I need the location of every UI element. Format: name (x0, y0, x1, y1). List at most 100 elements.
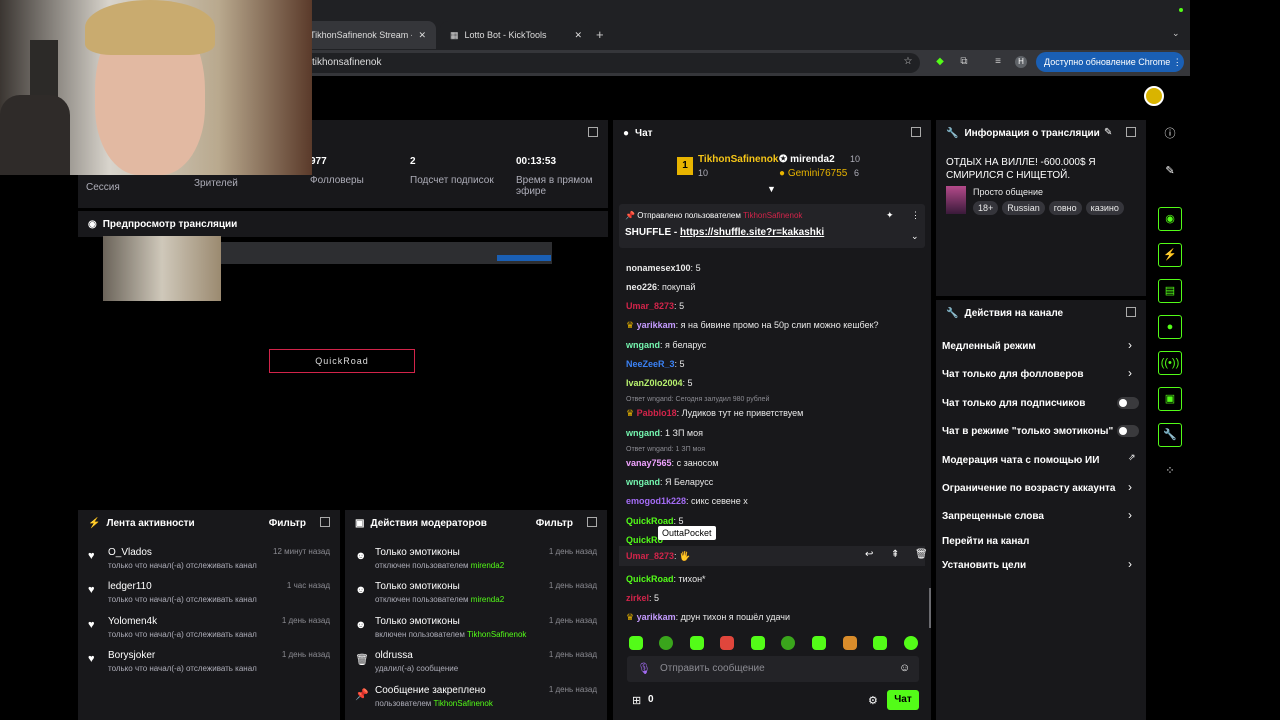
tag[interactable]: Russian (1002, 201, 1045, 215)
chat-user[interactable]: Umar_8273 (626, 551, 674, 561)
category-name[interactable]: Просто общение (973, 187, 1043, 197)
activity-user[interactable]: ledger110 (108, 581, 152, 592)
chat-user[interactable]: QuickRoad (626, 516, 674, 526)
collapse-leaderboard-icon[interactable]: ▼ (767, 184, 776, 194)
mod-filter-button[interactable]: Фильтр (536, 518, 573, 529)
chat-user[interactable]: wngand (626, 428, 660, 438)
chat-user[interactable]: NeeZeeR_3 (626, 359, 675, 369)
tag[interactable]: говно (1048, 201, 1082, 215)
send-chat-button[interactable]: Чат (887, 690, 919, 710)
emote-icon[interactable] (781, 636, 795, 650)
chevron-right-icon[interactable]: › (1128, 338, 1132, 352)
chat-user[interactable]: IvanZ0lo2004 (626, 378, 683, 388)
chat-icon[interactable]: ● (1158, 315, 1182, 339)
popout-icon[interactable] (911, 127, 921, 137)
activity-user[interactable]: Yolomen4k (108, 616, 157, 627)
leader-name[interactable]: Gemini76755 (788, 168, 847, 179)
emote-icon[interactable]: 🖐 (679, 551, 690, 561)
go-to-channel-item[interactable]: Перейти на канал (942, 536, 1029, 547)
chat-user[interactable]: neo226 (626, 282, 657, 292)
followers-only-item[interactable]: Чат только для фолловеров (942, 369, 1084, 380)
chevron-right-icon[interactable]: › (1128, 508, 1132, 522)
chevron-right-icon[interactable]: › (1128, 366, 1132, 380)
tag[interactable]: 18+ (973, 201, 999, 215)
chevron-right-icon[interactable]: › (1128, 557, 1132, 571)
chat-user[interactable]: emogod1k228 (626, 496, 686, 506)
points-icon[interactable]: ⊞ (632, 694, 641, 707)
emote-icon[interactable] (751, 636, 765, 650)
info-icon[interactable]: ⓘ (1158, 123, 1182, 147)
preview-icon[interactable]: ◉ (1158, 207, 1182, 231)
update-chrome-button[interactable]: Доступно обновление Chrome ⋮ (1036, 52, 1184, 72)
wrench-icon[interactable]: 🔧 (1158, 423, 1182, 447)
mod-row-user[interactable]: TikhonSafinenok (434, 699, 493, 708)
set-goals-item[interactable]: Установить цели (942, 560, 1026, 571)
bookmark-star-icon[interactable]: ☆ (902, 56, 914, 68)
mod-row-title[interactable]: oldrussa (375, 650, 413, 661)
emote-icon[interactable] (629, 636, 643, 650)
leader-name[interactable]: TikhonSafinenok (698, 154, 778, 165)
mod-row-user[interactable]: TikhonSafinenok (467, 630, 526, 639)
broadcast-icon[interactable]: ((•)) (1158, 351, 1182, 375)
banned-words-item[interactable]: Запрещенные слова (942, 511, 1044, 522)
microphone-icon[interactable]: 🎙 (637, 662, 651, 675)
emote-icon[interactable] (904, 636, 918, 650)
chat-user[interactable]: yarikkam (637, 320, 676, 330)
close-icon[interactable]: ✕ (574, 30, 582, 41)
lightning-icon[interactable]: ⚡ (1158, 243, 1182, 267)
delete-icon[interactable]: 🗑 (915, 549, 928, 563)
shield-icon[interactable]: ◆ (934, 56, 946, 68)
user-avatar[interactable] (1144, 86, 1164, 106)
leader-name[interactable]: mirenda2 (790, 154, 834, 165)
external-link-icon[interactable]: ⇗ (1128, 452, 1136, 463)
account-age-item[interactable]: Ограничение по возрасту аккаунта (942, 483, 1116, 494)
chat-user[interactable]: zirkel (626, 593, 649, 603)
chat-user[interactable]: wngand (626, 477, 660, 487)
chat-input[interactable]: 🎙 Отправить сообщение ☺ (627, 656, 919, 682)
emote-icon[interactable] (720, 636, 734, 650)
unpin-icon[interactable]: ✦ (886, 210, 894, 221)
chat-scrollbar[interactable] (929, 588, 931, 628)
chevron-down-icon[interactable]: ⌄ (911, 231, 919, 242)
popout-icon[interactable] (320, 517, 330, 527)
document-icon[interactable]: ▤ (1158, 279, 1182, 303)
emote-icon[interactable] (843, 636, 857, 650)
new-tab-button[interactable]: + (596, 27, 604, 42)
pinned-user[interactable]: TikhonSafinenok (743, 211, 802, 220)
pin-message-icon[interactable]: ⇞ (891, 549, 905, 563)
popout-icon[interactable] (587, 517, 597, 527)
extensions-icon[interactable]: ⧉ (958, 56, 970, 68)
chat-user[interactable]: nonamesex100 (626, 263, 691, 273)
pinned-link[interactable]: https://shuffle.site?r=kakashki (680, 227, 824, 238)
edit-icon[interactable]: ✎ (1104, 127, 1112, 138)
close-icon[interactable]: ✕ (418, 30, 426, 41)
settings-icon[interactable]: ⚙ (868, 694, 878, 707)
media-icon[interactable]: ≡ (992, 56, 1004, 68)
popout-icon[interactable] (1126, 307, 1136, 317)
activity-filter-button[interactable]: Фильтр (269, 518, 306, 529)
apps-icon[interactable]: ⁘ (1158, 460, 1182, 484)
chat-user[interactable]: wngand (626, 340, 660, 350)
tab-stream[interactable]: TikhonSafinenok Stream - Kic ✕ (300, 21, 436, 49)
tab-lotto[interactable]: ▦ Lotto Bot - KickTools ✕ (440, 21, 590, 49)
reply-icon[interactable]: ↩ (865, 549, 879, 563)
chat-user[interactable]: Umar_8273 (626, 301, 674, 311)
chat-user[interactable]: vanay7565 (626, 458, 672, 468)
mod-row-user[interactable]: mirenda2 (471, 561, 504, 570)
activity-user[interactable]: O_Vlados (108, 547, 152, 558)
profile-avatar[interactable]: Н (1015, 56, 1027, 68)
category-thumbnail[interactable] (946, 186, 966, 214)
emote-icon[interactable] (690, 636, 704, 650)
ai-moderation-item[interactable]: Модерация чата с помощью ИИ (942, 455, 1099, 466)
subscribers-only-toggle[interactable] (1117, 397, 1139, 409)
edit-icon[interactable]: ✎ (1158, 160, 1182, 184)
tab-search-icon[interactable]: ⌄ (1172, 28, 1180, 39)
chat-user[interactable]: yarikkam (637, 612, 676, 622)
more-icon[interactable]: ⋮ (911, 210, 920, 221)
moderation-icon[interactable]: ▣ (1158, 387, 1182, 411)
tag[interactable]: казино (1085, 201, 1124, 215)
chat-user[interactable]: Pabblo18 (637, 408, 677, 418)
address-bar[interactable]: tikhonsafinenok (300, 53, 920, 73)
slow-mode-item[interactable]: Медленный режим (942, 341, 1036, 352)
emote-icon[interactable] (873, 636, 887, 650)
